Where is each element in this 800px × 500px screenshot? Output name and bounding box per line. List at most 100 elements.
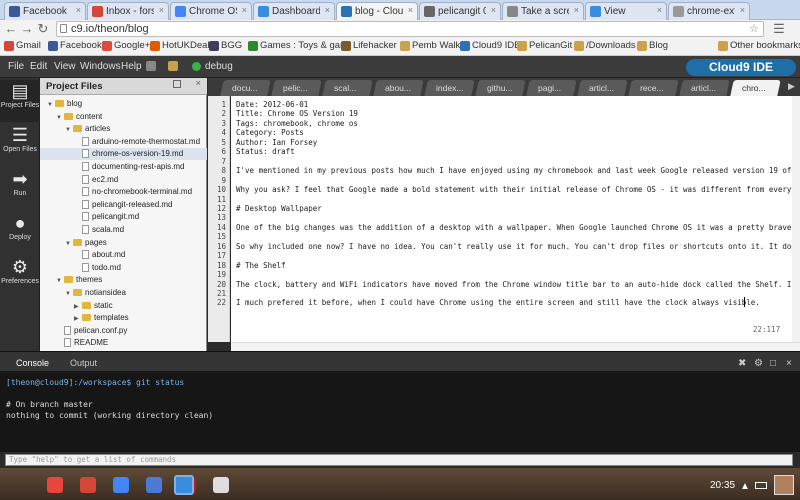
- editor-tab[interactable]: abou...: [373, 80, 424, 96]
- tree-file[interactable]: ec2.md: [74, 174, 118, 186]
- editor-tab[interactable]: articl...: [577, 80, 628, 96]
- tab-close-icon[interactable]: ×: [76, 5, 81, 15]
- back-icon[interactable]: ←: [4, 22, 18, 36]
- reload-icon[interactable]: ↻: [36, 22, 50, 36]
- chevron-down-icon[interactable]: ▼: [65, 238, 73, 250]
- tab-output[interactable]: Output: [70, 358, 97, 368]
- tree-folder[interactable]: ▼ pages: [65, 237, 107, 249]
- editor-tab[interactable]: chro...: [730, 80, 781, 96]
- browser-tab[interactable]: Chrome OS re ×: [170, 2, 252, 20]
- tab-close-icon[interactable]: ×: [740, 5, 745, 15]
- tab-close-icon[interactable]: ×: [574, 5, 579, 15]
- close-console-icon[interactable]: ×: [786, 358, 792, 369]
- tree-folder[interactable]: ▼ notiansidea: [65, 287, 126, 299]
- menu-windows[interactable]: Windows: [80, 61, 121, 72]
- forward-icon[interactable]: →: [20, 22, 34, 36]
- browser-tab[interactable]: Facebook ×: [4, 2, 86, 20]
- bookmark[interactable]: HotUKDeals: [150, 40, 214, 51]
- tree-file[interactable]: scala.md: [74, 224, 124, 236]
- tree-folder[interactable]: ▼ themes: [56, 274, 102, 286]
- editor-tab[interactable]: index...: [424, 80, 475, 96]
- screenshot-icon[interactable]: [174, 475, 194, 495]
- bookmark[interactable]: BGG: [209, 40, 242, 51]
- bookmark[interactable]: Gmail: [4, 40, 41, 51]
- editor-tab[interactable]: articl...: [679, 80, 730, 96]
- docs-icon[interactable]: [146, 477, 162, 493]
- bookmark[interactable]: Google+: [102, 40, 150, 51]
- bookmark[interactable]: /Downloads: [574, 40, 636, 51]
- panel-close-icon[interactable]: ×: [195, 78, 201, 89]
- browser-tab[interactable]: Dashboard - C ×: [253, 2, 335, 20]
- tree-folder[interactable]: ▼ content: [56, 111, 102, 123]
- tree-file[interactable]: arduino-remote-thermostat.md: [74, 136, 200, 148]
- menu-file[interactable]: File: [8, 61, 24, 72]
- tree-file[interactable]: pelicangit.md: [74, 211, 139, 223]
- bookmark[interactable]: Blog: [637, 40, 668, 51]
- search-icon[interactable]: [113, 477, 129, 493]
- rail-open-files[interactable]: ☰ Open Files: [0, 124, 40, 166]
- rail-preferences[interactable]: ⚙ Preferences: [0, 256, 40, 298]
- browser-tab[interactable]: View ×: [585, 2, 667, 20]
- browser-tab[interactable]: chrome-exter ×: [668, 2, 750, 20]
- editor-horizontal-scrollbar[interactable]: [231, 342, 800, 351]
- tree-folder[interactable]: ▼ blog: [47, 98, 82, 110]
- editor-tab[interactable]: rece...: [628, 80, 679, 96]
- address-bar[interactable]: c9.io/theon/blog ☆: [56, 21, 764, 37]
- chevron-down-icon[interactable]: ▼: [47, 99, 55, 111]
- tab-close-icon[interactable]: ×: [657, 5, 662, 15]
- browser-tab[interactable]: pelicangit 0.1 ×: [419, 2, 501, 20]
- save-icon[interactable]: [146, 61, 156, 71]
- tab-close-icon[interactable]: ×: [491, 5, 496, 15]
- tree-file[interactable]: pelicangit-released.md: [74, 199, 173, 211]
- chevron-right-icon[interactable]: ▶: [74, 301, 82, 313]
- rail-project-files[interactable]: ▤ Project Files: [0, 80, 40, 122]
- avatar[interactable]: [774, 475, 794, 495]
- rail-run[interactable]: ➡ Run: [0, 168, 40, 210]
- play-icon[interactable]: [192, 62, 201, 71]
- browser-tab[interactable]: Take a screen ×: [502, 2, 584, 20]
- editor-tab[interactable]: docu...: [220, 80, 271, 96]
- menu-edit[interactable]: Edit: [30, 61, 47, 72]
- editor-tab[interactable]: githu...: [475, 80, 526, 96]
- chevron-down-icon[interactable]: ▼: [56, 275, 64, 287]
- clear-console-icon[interactable]: ✖: [738, 358, 746, 369]
- chevron-down-icon[interactable]: ▼: [65, 288, 73, 300]
- editor-vertical-scrollbar[interactable]: [792, 96, 800, 342]
- chevron-down-icon[interactable]: ▼: [65, 124, 73, 136]
- tree-file[interactable]: documenting-rest-apis.md: [74, 161, 184, 173]
- tab-overflow-icon[interactable]: ▶: [788, 81, 795, 92]
- chevron-right-icon[interactable]: ▶: [74, 313, 82, 325]
- run-config-icon[interactable]: [168, 61, 178, 71]
- debug-toggle[interactable]: debug: [205, 61, 233, 72]
- command-input[interactable]: Type "help" to get a list of commands: [5, 454, 793, 466]
- rail-deploy[interactable]: ● Deploy: [0, 212, 40, 254]
- star-icon[interactable]: ☆: [749, 22, 759, 35]
- tree-file[interactable]: chrome-os-version-19.md: [40, 148, 207, 161]
- wifi-icon[interactable]: ▲: [740, 481, 750, 492]
- bookmark[interactable]: Facebook: [48, 40, 102, 51]
- tree-folder[interactable]: ▼ articles: [65, 123, 110, 135]
- bookmark[interactable]: Cloud9 IDE: [460, 40, 521, 51]
- bookmark[interactable]: PelicanGit: [517, 40, 572, 51]
- tab-close-icon[interactable]: ×: [325, 5, 330, 15]
- gmail-icon[interactable]: [80, 477, 96, 493]
- apps-grid-icon[interactable]: [213, 477, 229, 493]
- tab-close-icon[interactable]: ×: [159, 5, 164, 15]
- clock[interactable]: 20:35: [710, 480, 735, 491]
- menu-view[interactable]: View: [54, 61, 76, 72]
- menu-help[interactable]: Help: [121, 61, 142, 72]
- tree-file[interactable]: README: [56, 337, 108, 349]
- console-settings-icon[interactable]: ⚙: [754, 358, 763, 369]
- browser-tab[interactable]: blog - Cloud9 ×: [336, 2, 418, 20]
- tab-close-icon[interactable]: ×: [242, 5, 247, 15]
- tree-folder[interactable]: ▶ static: [74, 300, 113, 312]
- tab-console[interactable]: Console: [16, 358, 49, 368]
- editor-tab[interactable]: scal...: [322, 80, 373, 96]
- tree-file[interactable]: no-chromebook-terminal.md: [74, 186, 192, 198]
- tree-folder[interactable]: ▶ templates: [74, 312, 129, 324]
- browser-tab[interactable]: Inbox - forsey ×: [87, 2, 169, 20]
- tree-file[interactable]: pelican.conf.py: [56, 325, 127, 337]
- bookmark[interactable]: Games : Toys & gam: [248, 40, 348, 51]
- editor-tab[interactable]: pagi...: [526, 80, 577, 96]
- tab-close-icon[interactable]: ×: [408, 5, 413, 15]
